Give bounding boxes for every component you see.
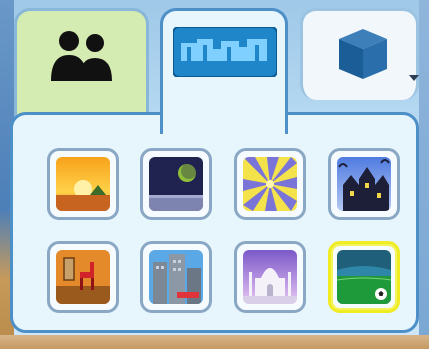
backdrop-thumb[interactable] [47, 148, 119, 220]
backdrop-picker-panel [10, 112, 419, 333]
backdrop-thumb[interactable] [47, 241, 119, 313]
chevron-down-icon[interactable] [409, 75, 419, 81]
palace-scene-icon [243, 250, 297, 304]
room-with-chair-scene-icon [56, 250, 110, 304]
backdrop-thumb[interactable] [140, 148, 212, 220]
backdrop-thumb[interactable] [234, 241, 306, 313]
sunset-scene-icon [56, 157, 110, 211]
haunted-house-scene-icon [337, 157, 391, 211]
backdrop-thumb-selected[interactable] [328, 241, 400, 313]
tab-objects[interactable] [300, 8, 419, 100]
backdrop-thumb[interactable] [328, 148, 400, 220]
stage-background-right [419, 0, 429, 349]
tab-people[interactable] [14, 8, 149, 126]
soccer-field-scene-icon [337, 250, 391, 304]
sunburst-scene-icon [243, 157, 297, 211]
moon-night-scene-icon [149, 157, 203, 211]
city-skyline-icon [173, 27, 277, 77]
people-icon [51, 31, 112, 81]
backdrop-thumb[interactable] [234, 148, 306, 220]
stage-background-bottom [0, 335, 429, 349]
backdrop-thumb[interactable] [140, 241, 212, 313]
city-buildings-scene-icon [149, 250, 203, 304]
tab-places[interactable] [160, 8, 288, 134]
box-icon [339, 29, 387, 79]
